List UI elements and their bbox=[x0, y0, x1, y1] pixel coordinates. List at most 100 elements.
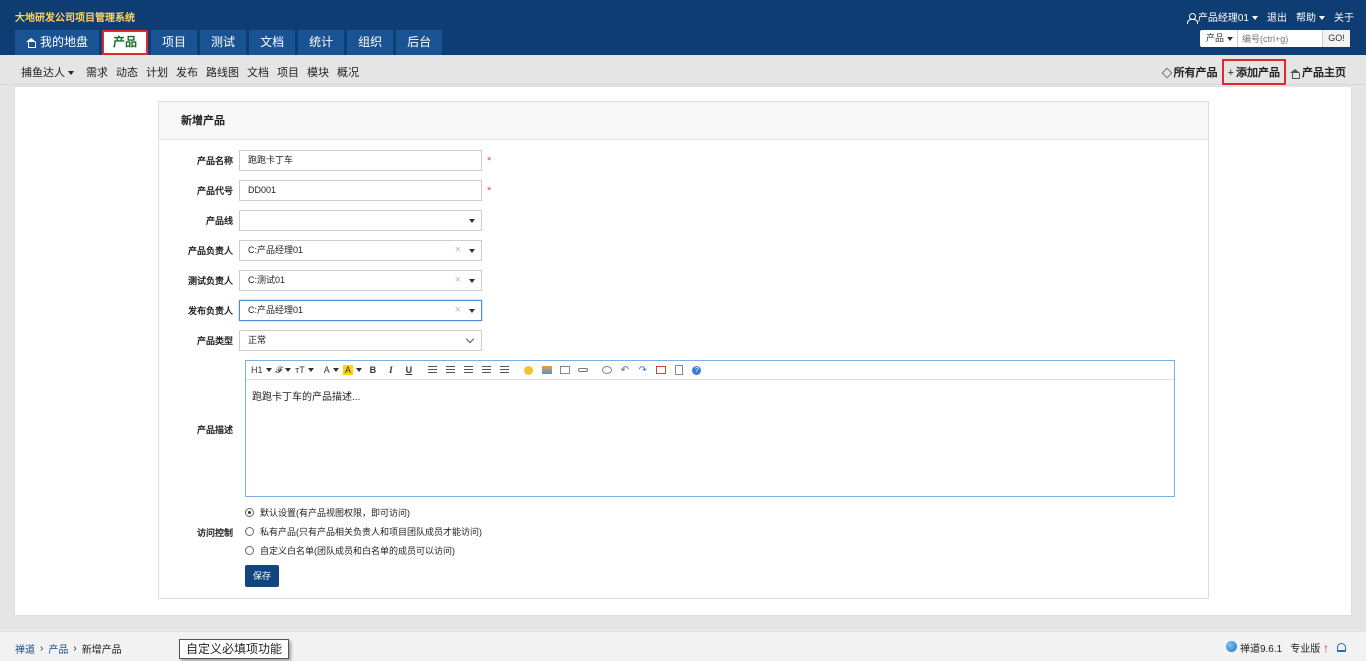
rd-row: 发布负责人 C:产品经理01 × bbox=[159, 300, 482, 321]
chevron-down-icon bbox=[332, 368, 339, 372]
acl-option-label: 默认设置(有产品视图权限，即可访问) bbox=[260, 508, 410, 518]
font-color-button[interactable]: A bbox=[324, 363, 339, 377]
code-row: 产品代号 DD001 * bbox=[159, 180, 491, 201]
subnav-item-roadmap[interactable]: 路线图 bbox=[206, 64, 239, 80]
help-icon[interactable]: ? bbox=[690, 363, 704, 377]
subnav-item-overview[interactable]: 概况 bbox=[337, 64, 359, 80]
clear-icon[interactable]: × bbox=[455, 244, 461, 256]
po-select[interactable]: C:产品经理01 × bbox=[239, 240, 482, 261]
user-menu: 产品经理01 退出 帮助 关于 bbox=[1186, 9, 1354, 25]
radio-unchecked[interactable] bbox=[245, 546, 254, 555]
nav-tab-qa[interactable]: 测试 bbox=[200, 30, 247, 55]
align-left-icon[interactable] bbox=[426, 363, 440, 377]
type-select[interactable]: 正常 bbox=[239, 330, 482, 351]
source-icon[interactable] bbox=[672, 363, 686, 377]
code-input[interactable]: DD001 bbox=[239, 180, 482, 201]
nav-tab-report[interactable]: 统计 bbox=[298, 30, 345, 55]
acl-option-private[interactable]: 私有产品(只有产品相关负责人和项目团队成员才能访问) bbox=[245, 525, 482, 538]
nav-tab-doc[interactable]: 文档 bbox=[249, 30, 296, 55]
acl-option-custom[interactable]: 自定义白名单(团队成员和白名单的成员可以访问) bbox=[245, 544, 455, 557]
underline-button[interactable]: U bbox=[402, 363, 416, 377]
globe-icon bbox=[1226, 641, 1238, 652]
add-product-label: 添加产品 bbox=[1236, 67, 1280, 79]
nav-tab-product[interactable]: 产品 bbox=[102, 30, 149, 55]
heading-button[interactable]: H1 bbox=[251, 363, 272, 377]
subnav-item-doc[interactable]: 文档 bbox=[247, 64, 269, 80]
help-glyph: ? bbox=[692, 365, 702, 375]
unordered-list-icon[interactable] bbox=[498, 363, 512, 377]
acl-option-default[interactable]: 默认设置(有产品视图权限，即可访问) bbox=[245, 506, 410, 519]
nav-tab-label: 组织 bbox=[358, 35, 383, 49]
radio-unchecked[interactable] bbox=[245, 527, 254, 536]
chevron-down-icon bbox=[1319, 16, 1325, 21]
editor-content[interactable]: 跑跑卡丁车的产品描述... bbox=[246, 380, 1174, 411]
ordered-list-icon[interactable] bbox=[480, 363, 494, 377]
product-home-link[interactable]: 产品主页 bbox=[1290, 64, 1346, 80]
save-button[interactable]: 保存 bbox=[245, 565, 279, 587]
subnav-item-story[interactable]: 需求 bbox=[86, 64, 108, 80]
search-input[interactable] bbox=[1238, 30, 1322, 47]
about-link[interactable]: 关于 bbox=[1334, 9, 1354, 24]
nav-tab-my[interactable]: 我的地盘 bbox=[15, 30, 100, 55]
nav-tab-project[interactable]: 项目 bbox=[151, 30, 198, 55]
image-icon[interactable] bbox=[540, 363, 554, 377]
bold-button[interactable]: B bbox=[366, 363, 380, 377]
align-right-icon[interactable] bbox=[462, 363, 476, 377]
line-select[interactable] bbox=[239, 210, 482, 231]
undo-icon[interactable]: ↶ bbox=[618, 363, 632, 377]
clear-format-icon[interactable] bbox=[600, 363, 614, 377]
version-link[interactable]: 禅道9.6.1 bbox=[1226, 640, 1282, 655]
chevron-down-icon bbox=[469, 219, 475, 223]
editor-toolbar: H1 𝓕 тT A A B I U ↶ ↷ ? bbox=[246, 361, 1174, 380]
nav-tab-label: 项目 bbox=[162, 35, 187, 49]
breadcrumb-home[interactable]: 禅道 bbox=[15, 641, 35, 656]
rd-select[interactable]: C:产品经理01 × bbox=[239, 300, 482, 321]
user-dropdown[interactable]: 产品经理01 bbox=[1186, 9, 1258, 25]
subnav-item-dynamic[interactable]: 动态 bbox=[116, 64, 138, 80]
emoji-icon[interactable] bbox=[522, 363, 536, 377]
all-products-link[interactable]: 所有产品 bbox=[1161, 64, 1218, 80]
nav-tab-company[interactable]: 组织 bbox=[347, 30, 394, 55]
subnav-item-project[interactable]: 项目 bbox=[277, 64, 299, 80]
subnav-item-release[interactable]: 发布 bbox=[176, 64, 198, 80]
add-product-link[interactable]: + 添加产品 bbox=[1221, 59, 1287, 85]
link-icon[interactable] bbox=[576, 363, 590, 377]
nav-tab-label: 后台 bbox=[407, 35, 432, 49]
name-input[interactable]: 跑跑卡丁车 bbox=[239, 150, 482, 171]
italic-button[interactable]: I bbox=[384, 363, 398, 377]
qd-value: C:测试01 bbox=[248, 275, 286, 285]
clear-icon[interactable]: × bbox=[455, 274, 461, 286]
product-switcher[interactable]: 捕鱼达人 bbox=[21, 64, 74, 80]
subnav-item-module[interactable]: 模块 bbox=[307, 64, 329, 80]
rd-label: 发布负责人 bbox=[187, 306, 233, 316]
align-center-icon[interactable] bbox=[444, 363, 458, 377]
home-icon bbox=[26, 38, 36, 48]
font-size-button[interactable]: тT bbox=[295, 363, 314, 377]
breadcrumb-product[interactable]: 产品 bbox=[48, 641, 68, 656]
version-label: 禅道9.6.1 bbox=[1239, 644, 1283, 655]
footer-right: 禅道9.6.1 专业版 ↑ bbox=[1226, 640, 1346, 655]
help-dropdown[interactable]: 帮助 bbox=[1296, 9, 1325, 24]
subnav-item-plan[interactable]: 计划 bbox=[146, 64, 168, 80]
radio-checked[interactable] bbox=[245, 508, 254, 517]
font-family-icon: 𝓕 bbox=[275, 364, 283, 375]
qd-select[interactable]: C:测试01 × bbox=[239, 270, 482, 291]
search-type-label: 产品 bbox=[1205, 33, 1224, 43]
highlight-button[interactable]: A bbox=[342, 363, 362, 377]
chevron-down-icon bbox=[469, 279, 475, 283]
chevron-down-icon bbox=[355, 368, 362, 372]
font-family-button[interactable]: 𝓕 bbox=[276, 363, 292, 377]
nav-tab-admin[interactable]: 后台 bbox=[396, 30, 443, 55]
breadcrumb-separator: › bbox=[73, 643, 77, 654]
logout-link[interactable]: 退出 bbox=[1267, 9, 1287, 24]
table-icon[interactable] bbox=[558, 363, 572, 377]
edition-link[interactable]: 专业版 ↑ bbox=[1290, 640, 1329, 655]
fullscreen-icon[interactable] bbox=[654, 363, 668, 377]
clear-icon[interactable]: × bbox=[455, 304, 461, 316]
notification-bell-icon[interactable] bbox=[1337, 643, 1346, 652]
search-go-button[interactable]: GO! bbox=[1322, 30, 1350, 47]
redo-icon[interactable]: ↷ bbox=[636, 363, 650, 377]
search-type-select[interactable]: 产品 bbox=[1200, 30, 1238, 47]
sub-nav: 捕鱼达人 需求 动态 计划 发布 路线图 文档 项目 模块 概况 所有产品 + 添… bbox=[0, 55, 1366, 85]
required-marker: * bbox=[487, 154, 492, 167]
